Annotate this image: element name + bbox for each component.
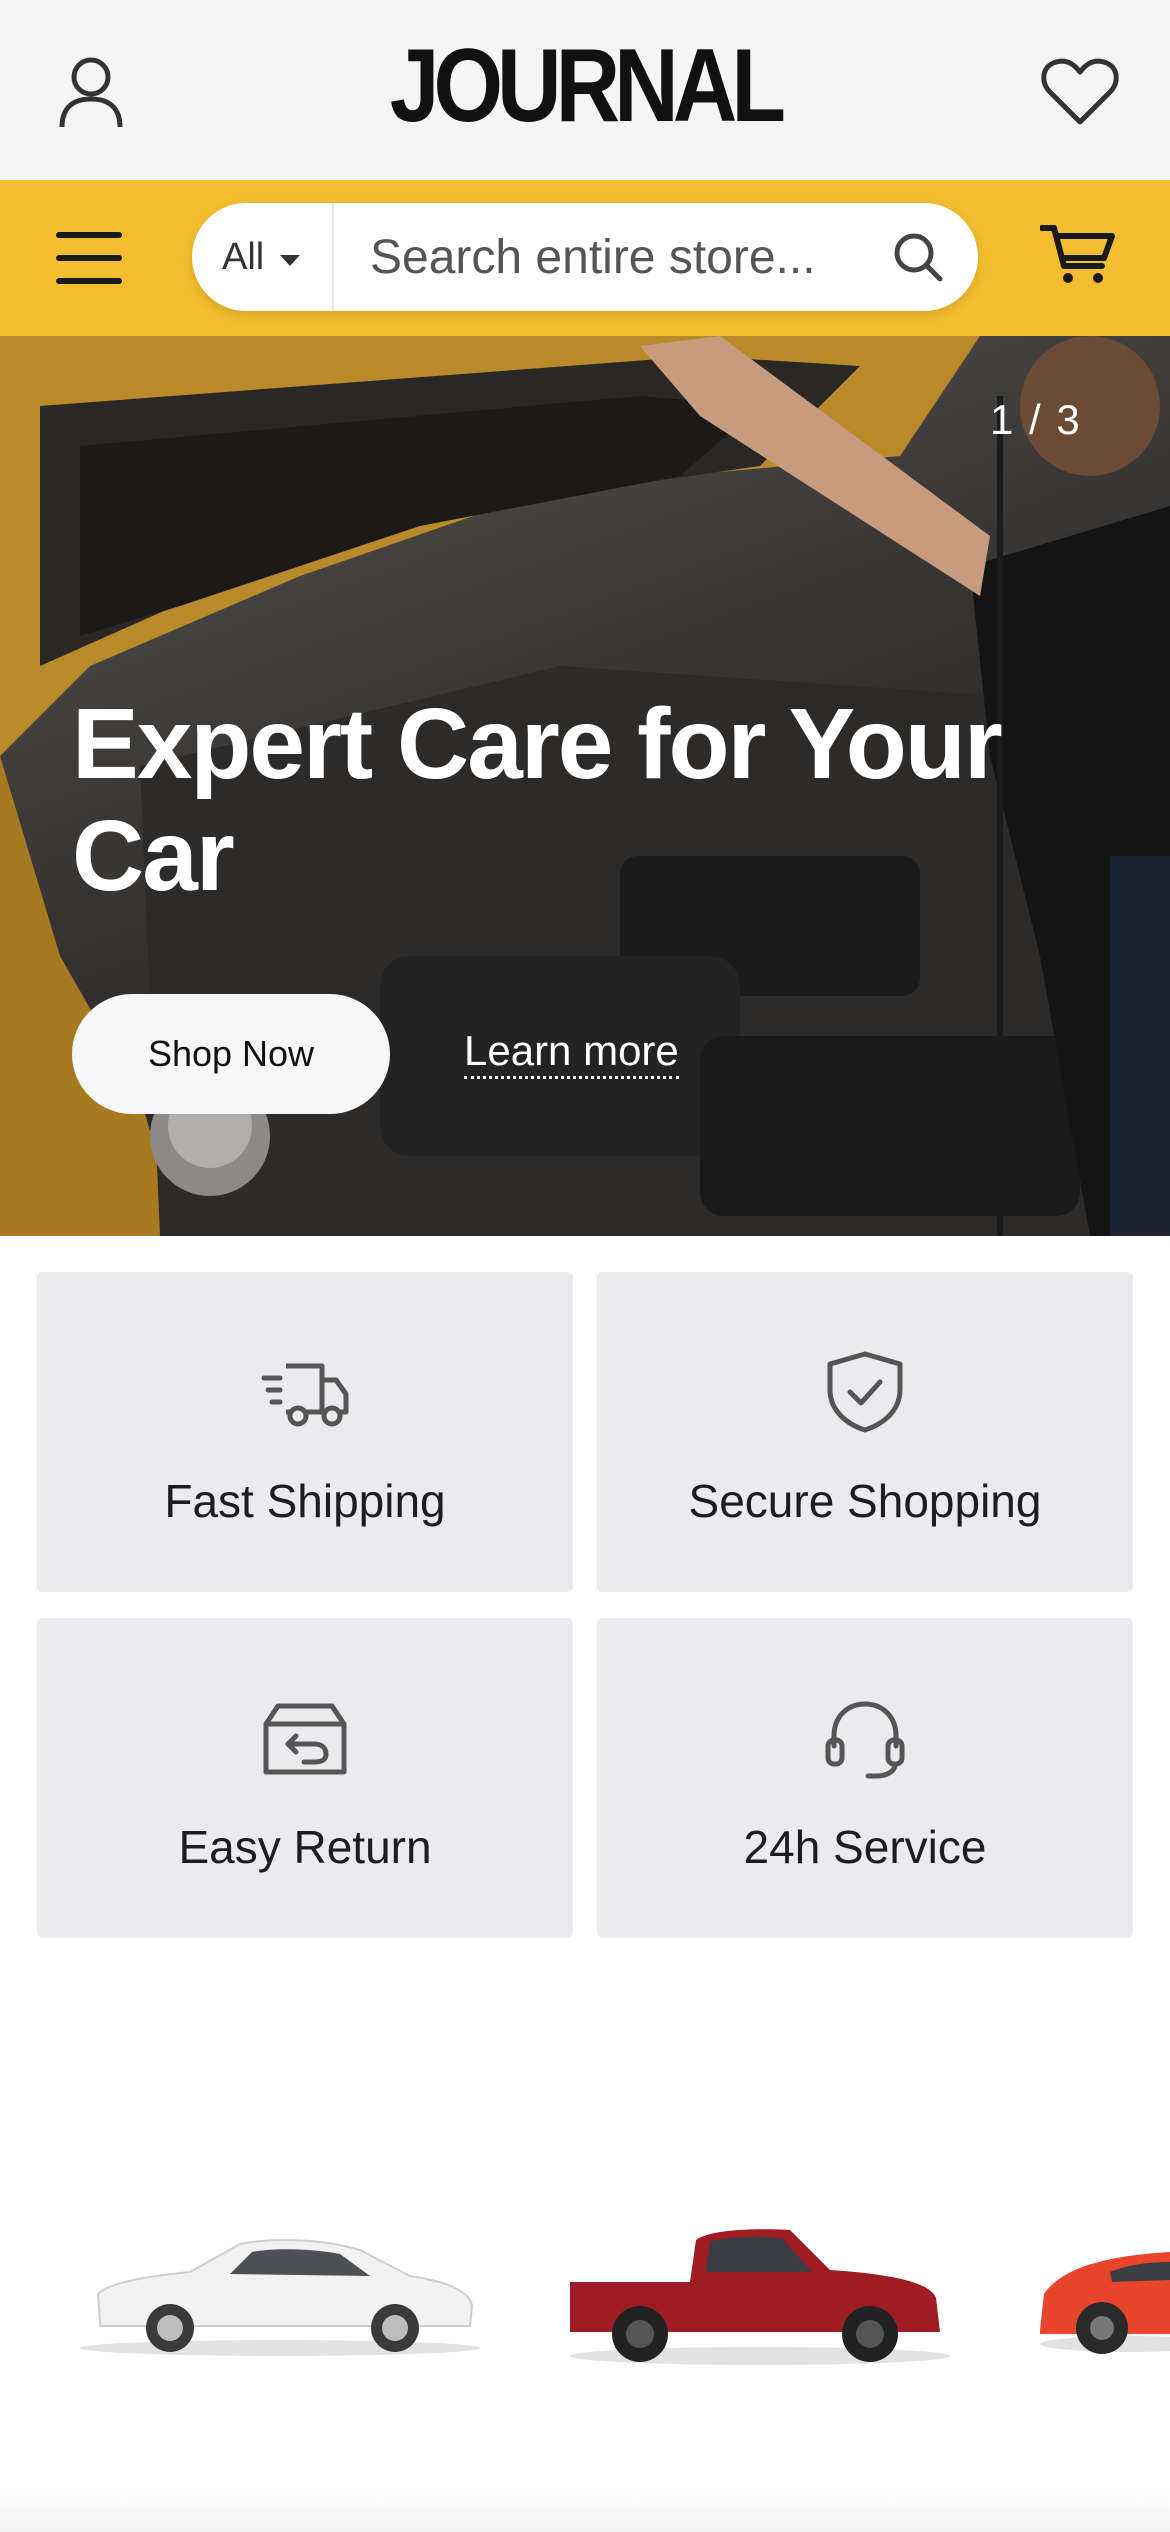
heart-icon[interactable] (1040, 58, 1120, 126)
learn-more-link[interactable]: Learn more (464, 1026, 679, 1079)
search-box: All (192, 203, 978, 311)
shield-check-icon (827, 1351, 903, 1433)
store-logo[interactable]: JOURNAL (390, 34, 786, 138)
feature-label: Secure Shopping (688, 1475, 1042, 1527)
return-box-icon (263, 1703, 347, 1775)
top-header: JOURNAL (0, 0, 1170, 180)
feature-easy-return[interactable]: Easy Return (37, 1618, 573, 1938)
feature-fast-shipping[interactable]: Fast Shipping (37, 1272, 573, 1592)
chevron-down-icon (280, 254, 301, 266)
cart-icon[interactable] (1040, 222, 1116, 286)
feature-secure-shopping[interactable]: Secure Shopping (597, 1272, 1133, 1592)
slide-counter: 1 / 3 (990, 396, 1082, 443)
search-icon[interactable] (892, 231, 944, 283)
vehicle-carousel[interactable] (0, 2160, 1170, 2400)
category-select[interactable]: All (192, 203, 334, 311)
user-icon[interactable] (58, 55, 124, 129)
sedan-icon[interactable] (70, 2220, 490, 2360)
shop-now-button[interactable]: Shop Now (72, 994, 390, 1114)
headset-icon (825, 1701, 905, 1779)
feature-24h-service[interactable]: 24h Service (597, 1618, 1133, 1938)
hamburger-icon[interactable] (56, 230, 122, 286)
sports-car-icon[interactable] (1030, 2210, 1170, 2360)
pickup-truck-icon[interactable] (560, 2200, 960, 2370)
feature-label: Fast Shipping (164, 1475, 446, 1527)
hero-banner[interactable]: 1 / 3 Expert Care for Your Car Shop Now … (0, 336, 1170, 1236)
page-bottom (0, 2480, 1170, 2532)
truck-icon (261, 1363, 349, 1427)
hero-title: Expert Care for Your Car (72, 688, 1003, 912)
category-label: All (222, 235, 265, 278)
search-input[interactable] (370, 227, 850, 287)
feature-label: 24h Service (743, 1821, 987, 1873)
feature-label: Easy Return (178, 1821, 432, 1873)
